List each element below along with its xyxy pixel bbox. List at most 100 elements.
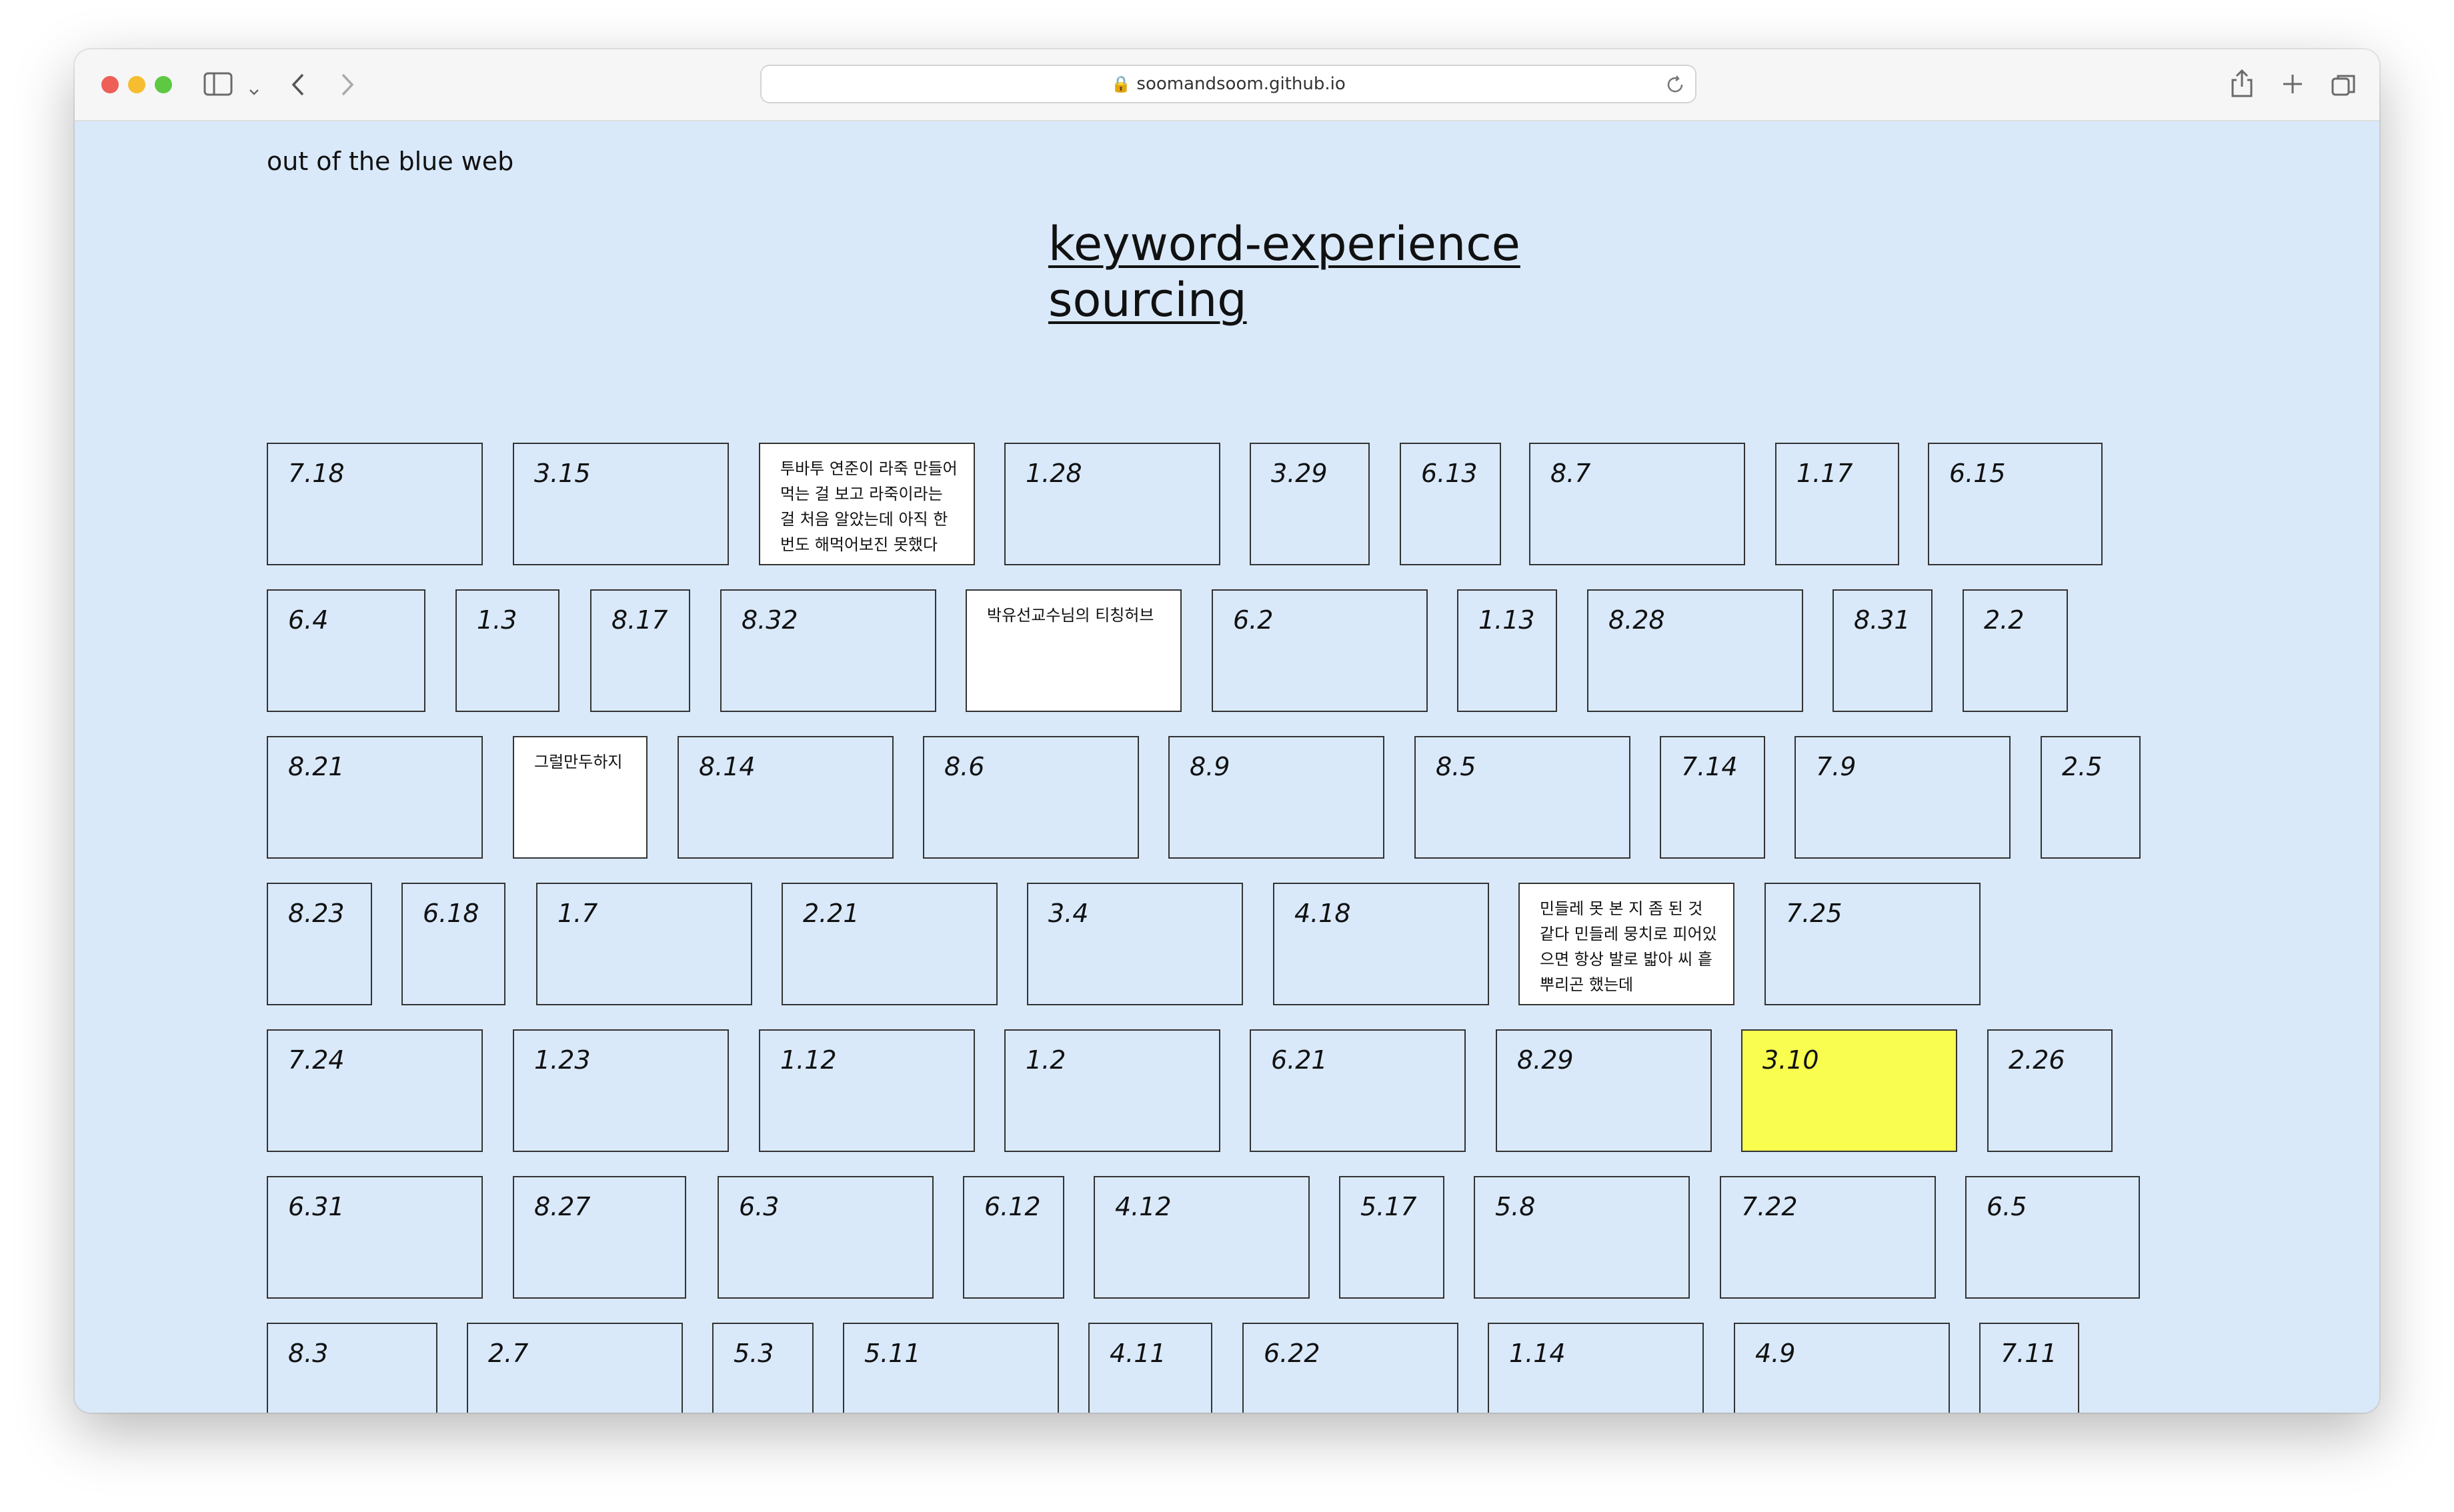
minimize-window-button[interactable] xyxy=(128,76,145,93)
keyword-tile[interactable]: 1.12 xyxy=(759,1029,975,1152)
note-tile[interactable]: 투바투 연준이 라죽 만들어 먹는 걸 보고 라죽이라는 걸 처음 알았는데 아… xyxy=(759,443,975,565)
tile-label: 6.12 xyxy=(984,1192,1041,1221)
keyword-tile[interactable]: 2.2 xyxy=(1963,589,2068,712)
tile-label: 7.9 xyxy=(1816,752,1857,781)
keyword-tile[interactable]: 7.25 xyxy=(1764,883,1981,1005)
note-text: 그럴만두하지 xyxy=(534,753,623,771)
close-window-button[interactable] xyxy=(101,76,119,93)
tile-label: 1.14 xyxy=(1509,1339,1566,1368)
keyword-tile[interactable]: 7.9 xyxy=(1794,736,2011,859)
tile-label: 1.2 xyxy=(1026,1045,1066,1075)
keyword-tile[interactable]: 3.10 xyxy=(1741,1029,1957,1152)
keyword-tile[interactable]: 6.12 xyxy=(963,1176,1064,1299)
tile-label: 8.23 xyxy=(288,899,345,928)
tile-label: 8.9 xyxy=(1190,752,1230,781)
keyword-tile[interactable]: 1.28 xyxy=(1004,443,1220,565)
keyword-tile[interactable]: 4.11 xyxy=(1088,1323,1212,1413)
address-bar[interactable]: 🔒 soomandsoom.github.io xyxy=(760,65,1696,103)
keyword-tile[interactable]: 8.17 xyxy=(590,589,690,712)
keyword-tile[interactable]: 6.21 xyxy=(1250,1029,1466,1152)
keyword-tile[interactable]: 6.15 xyxy=(1928,443,2103,565)
keyword-tile[interactable]: 6.18 xyxy=(401,883,505,1005)
tile-label: 8.5 xyxy=(1436,752,1476,781)
keyword-tile[interactable]: 2.21 xyxy=(782,883,998,1005)
keyword-tile[interactable]: 5.3 xyxy=(712,1323,814,1413)
tile-label: 4.18 xyxy=(1294,899,1351,928)
tile-label: 8.7 xyxy=(1550,459,1591,488)
keyword-tile[interactable]: 8.9 xyxy=(1168,736,1384,859)
keyword-tile[interactable]: 8.21 xyxy=(267,736,483,859)
forward-icon[interactable] xyxy=(337,72,356,102)
keyword-tile[interactable]: 8.6 xyxy=(923,736,1139,859)
keyword-tile[interactable]: 7.22 xyxy=(1720,1176,1936,1299)
keyword-tile[interactable]: 2.5 xyxy=(2041,736,2141,859)
keyword-tile[interactable]: 1.23 xyxy=(513,1029,729,1152)
tile-label: 1.23 xyxy=(534,1045,591,1075)
keyword-tile[interactable]: 5.17 xyxy=(1339,1176,1444,1299)
keyword-tile[interactable]: 2.26 xyxy=(1987,1029,2113,1152)
keyword-tile[interactable]: 8.5 xyxy=(1414,736,1630,859)
back-icon[interactable] xyxy=(289,72,308,102)
keyword-tile[interactable]: 8.32 xyxy=(720,589,936,712)
note-tile[interactable]: 그럴만두하지 xyxy=(513,736,648,859)
tile-label: 7.11 xyxy=(2001,1339,2057,1368)
keyword-tile[interactable]: 1.13 xyxy=(1457,589,1557,712)
keyword-tile[interactable]: 6.22 xyxy=(1242,1323,1458,1413)
note-text: 민들레 못 본 지 좀 된 것 같다 민들레 뭉치로 피어있으면 항상 발로 밟… xyxy=(1540,899,1717,994)
note-text: 박유선교수님의 티칭허브 xyxy=(987,606,1154,625)
tile-label: 4.12 xyxy=(1115,1192,1172,1221)
keyword-tile[interactable]: 4.12 xyxy=(1094,1176,1310,1299)
keyword-tile[interactable]: 6.31 xyxy=(267,1176,483,1299)
keyword-tile[interactable]: 1.14 xyxy=(1488,1323,1704,1413)
tile-label: 8.14 xyxy=(699,752,756,781)
tile-label: 8.27 xyxy=(534,1192,591,1221)
new-tab-icon[interactable] xyxy=(2281,72,2305,101)
keyword-tile[interactable]: 7.11 xyxy=(1979,1323,2079,1413)
keyword-tile[interactable]: 3.29 xyxy=(1250,443,1370,565)
tile-label: 3.4 xyxy=(1048,899,1089,928)
share-icon[interactable] xyxy=(2230,68,2254,103)
keyword-tile[interactable]: 5.8 xyxy=(1474,1176,1690,1299)
keyword-tile[interactable]: 6.2 xyxy=(1212,589,1428,712)
tile-label: 6.3 xyxy=(739,1192,780,1221)
keyword-tile[interactable]: 8.14 xyxy=(678,736,894,859)
keyword-tile[interactable]: 7.14 xyxy=(1660,736,1765,859)
keyword-tile[interactable]: 6.13 xyxy=(1400,443,1501,565)
keyword-tile[interactable]: 8.23 xyxy=(267,883,372,1005)
keyword-tile[interactable]: 7.18 xyxy=(267,443,483,565)
tile-label: 6.21 xyxy=(1271,1045,1328,1075)
keyword-tile[interactable]: 6.4 xyxy=(267,589,425,712)
keyword-tile[interactable]: 6.3 xyxy=(718,1176,934,1299)
chevron-down-icon[interactable] xyxy=(248,76,260,103)
keyword-tile[interactable]: 8.31 xyxy=(1832,589,1933,712)
keyword-tile[interactable]: 1.3 xyxy=(455,589,559,712)
reload-icon[interactable] xyxy=(1664,74,1686,98)
keyword-tile[interactable]: 3.15 xyxy=(513,443,729,565)
keyword-tile[interactable]: 8.27 xyxy=(513,1176,686,1299)
tile-label: 7.18 xyxy=(288,459,345,488)
keyword-tile[interactable]: 6.5 xyxy=(1965,1176,2140,1299)
keyword-tile[interactable]: 5.11 xyxy=(843,1323,1059,1413)
tile-label: 5.17 xyxy=(1360,1192,1417,1221)
keyword-tile[interactable]: 1.17 xyxy=(1775,443,1899,565)
keyword-tile[interactable]: 8.3 xyxy=(267,1323,437,1413)
keyword-tile[interactable]: 1.7 xyxy=(536,883,752,1005)
note-tile[interactable]: 박유선교수님의 티칭허브 xyxy=(966,589,1182,712)
tile-label: 8.31 xyxy=(1854,605,1911,635)
sidebar-toggle-icon[interactable] xyxy=(203,71,233,102)
note-tile[interactable]: 민들레 못 본 지 좀 된 것 같다 민들레 뭉치로 피어있으면 항상 발로 밟… xyxy=(1518,883,1734,1005)
maximize-window-button[interactable] xyxy=(155,76,172,93)
tile-label: 6.13 xyxy=(1421,459,1478,488)
keyword-tile[interactable]: 8.29 xyxy=(1496,1029,1712,1152)
keyword-tile[interactable]: 4.9 xyxy=(1734,1323,1950,1413)
keyword-tile[interactable]: 2.7 xyxy=(467,1323,683,1413)
keyword-tile[interactable]: 4.18 xyxy=(1273,883,1489,1005)
keyword-tile[interactable]: 8.28 xyxy=(1587,589,1803,712)
tile-label: 2.7 xyxy=(488,1339,529,1368)
keyword-tile[interactable]: 8.7 xyxy=(1529,443,1745,565)
site-name-link[interactable]: out of the blue web xyxy=(267,147,513,176)
tab-overview-icon[interactable] xyxy=(2330,72,2357,103)
keyword-tile[interactable]: 1.2 xyxy=(1004,1029,1220,1152)
keyword-tile[interactable]: 7.24 xyxy=(267,1029,483,1152)
keyword-tile[interactable]: 3.4 xyxy=(1027,883,1243,1005)
